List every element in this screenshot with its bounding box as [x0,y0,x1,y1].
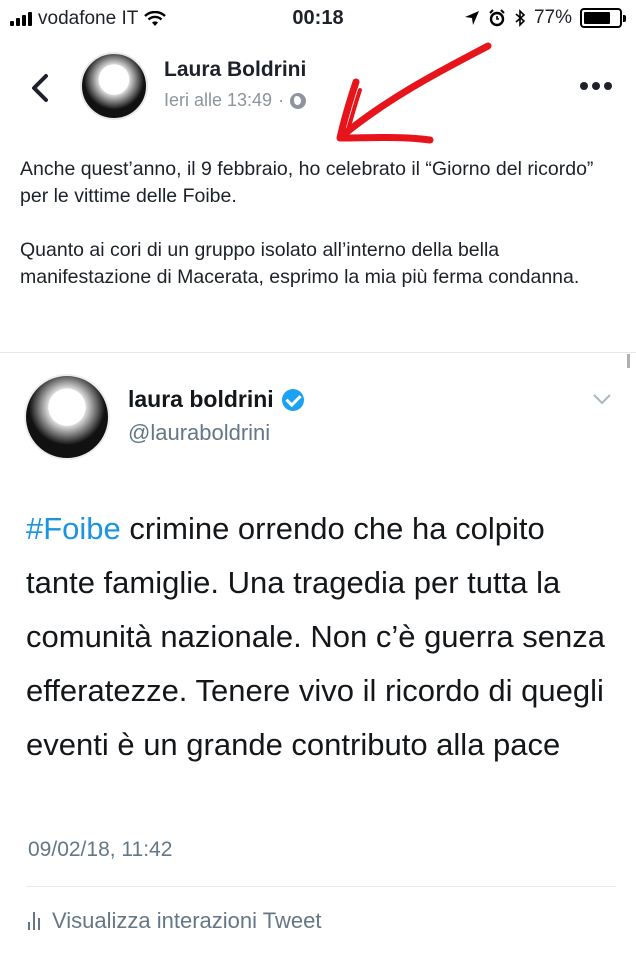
status-bar: vodafone IT 00:18 77% [0,0,636,36]
globe-icon [290,92,307,109]
back-chevron-icon[interactable] [26,68,56,108]
tweet-date[interactable]: 09/02/18, 11:42 [28,838,172,862]
post-meta: Ieri alle 13:49 · [164,90,307,111]
verified-badge-icon [281,388,304,411]
post-paragraph: Anche quest’anno, il 9 febbraio, ho cele… [20,158,594,207]
tweet-avatar[interactable] [24,374,110,460]
tweet-body: crimine orrendo che ha colpito tante fam… [26,511,606,762]
bar-chart-icon [28,912,40,930]
scrollbar[interactable] [627,354,630,368]
status-icons: 77% [464,7,626,29]
view-interactions-button[interactable]: Visualizza interazioni Tweet [28,908,321,934]
more-options-button[interactable] [580,82,612,90]
divider [0,352,636,353]
post-body: Anche quest’anno, il 9 febbraio, ho cele… [20,156,620,291]
author-avatar[interactable] [80,52,148,120]
post-timestamp[interactable]: Ieri alle 13:49 [164,90,272,111]
tweet-author-name[interactable]: laura boldrini [128,386,274,413]
battery-percent: 77% [533,7,572,28]
post-paragraph: Quanto ai cori di un gruppo isolato all’… [20,239,580,288]
hashtag-link[interactable]: #Foibe [26,511,121,546]
tweet-author[interactable]: laura boldrini [128,386,304,413]
divider [26,886,616,887]
view-interactions-label: Visualizza interazioni Tweet [52,908,322,933]
meta-separator: · [278,90,285,110]
tweet-handle[interactable]: @lauraboldrini [128,420,270,446]
chevron-down-icon[interactable] [592,392,612,406]
author-name[interactable]: Laura Boldrini [164,58,306,82]
tweet-text: #Foibe crimine orrendo che ha colpito ta… [26,502,616,772]
bluetooth-icon [515,9,526,27]
alarm-icon [489,9,505,27]
location-arrow-icon [464,11,479,25]
red-arrow-annotation [336,42,492,144]
battery-icon [580,8,626,28]
